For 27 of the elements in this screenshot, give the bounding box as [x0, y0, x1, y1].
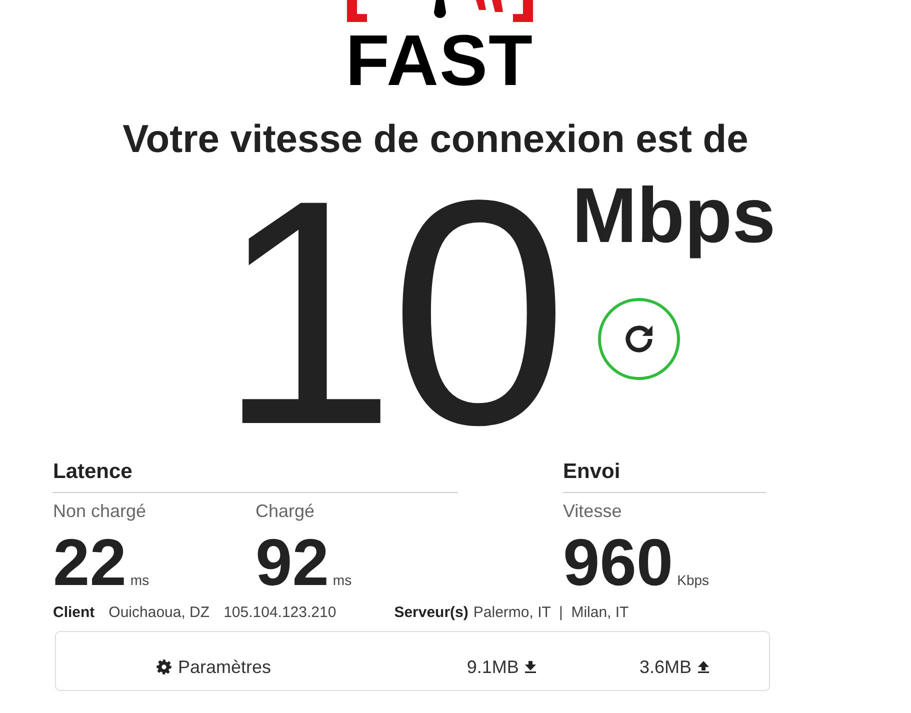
settings-icon — [156, 659, 172, 675]
upload-arrow-icon — [698, 661, 709, 673]
logo-text: FAST — [345, 30, 534, 92]
client-location: Ouichaoua, DZ — [108, 604, 210, 621]
metric-label: Non chargé — [53, 501, 148, 522]
download-size: 9.1MB — [466, 656, 519, 678]
upload-size: 3.6MB — [639, 656, 692, 678]
metric-value: 22 — [53, 526, 126, 598]
metric-unit: ms — [130, 572, 150, 588]
client-ip: 105.104.123.210 — [224, 604, 336, 621]
metric-label: Vitesse — [563, 501, 623, 522]
client-label: Client — [53, 604, 95, 621]
metric-value: 960 — [563, 526, 674, 598]
section-title: Latence — [53, 460, 458, 493]
metric-unit: Kbps — [677, 572, 710, 588]
section-title: Envoi — [563, 460, 766, 493]
download-arrow-icon — [524, 661, 536, 673]
servers-label: Serveur(s) — [394, 604, 468, 621]
speed-heading: Votre vitesse de connexion est de — [122, 118, 750, 162]
metric-value: 92 — [256, 526, 329, 598]
servers-list: Palermo, IT | Milan, IT — [473, 604, 629, 621]
speed-unit: Mbps — [572, 170, 776, 260]
gauge-logo-icon — [344, 0, 534, 24]
metric-unit: ms — [332, 572, 352, 588]
settings-button[interactable]: Paramètres — [156, 656, 272, 678]
speed-value: 10 — [218, 162, 562, 462]
metric-label: Chargé — [256, 501, 316, 522]
